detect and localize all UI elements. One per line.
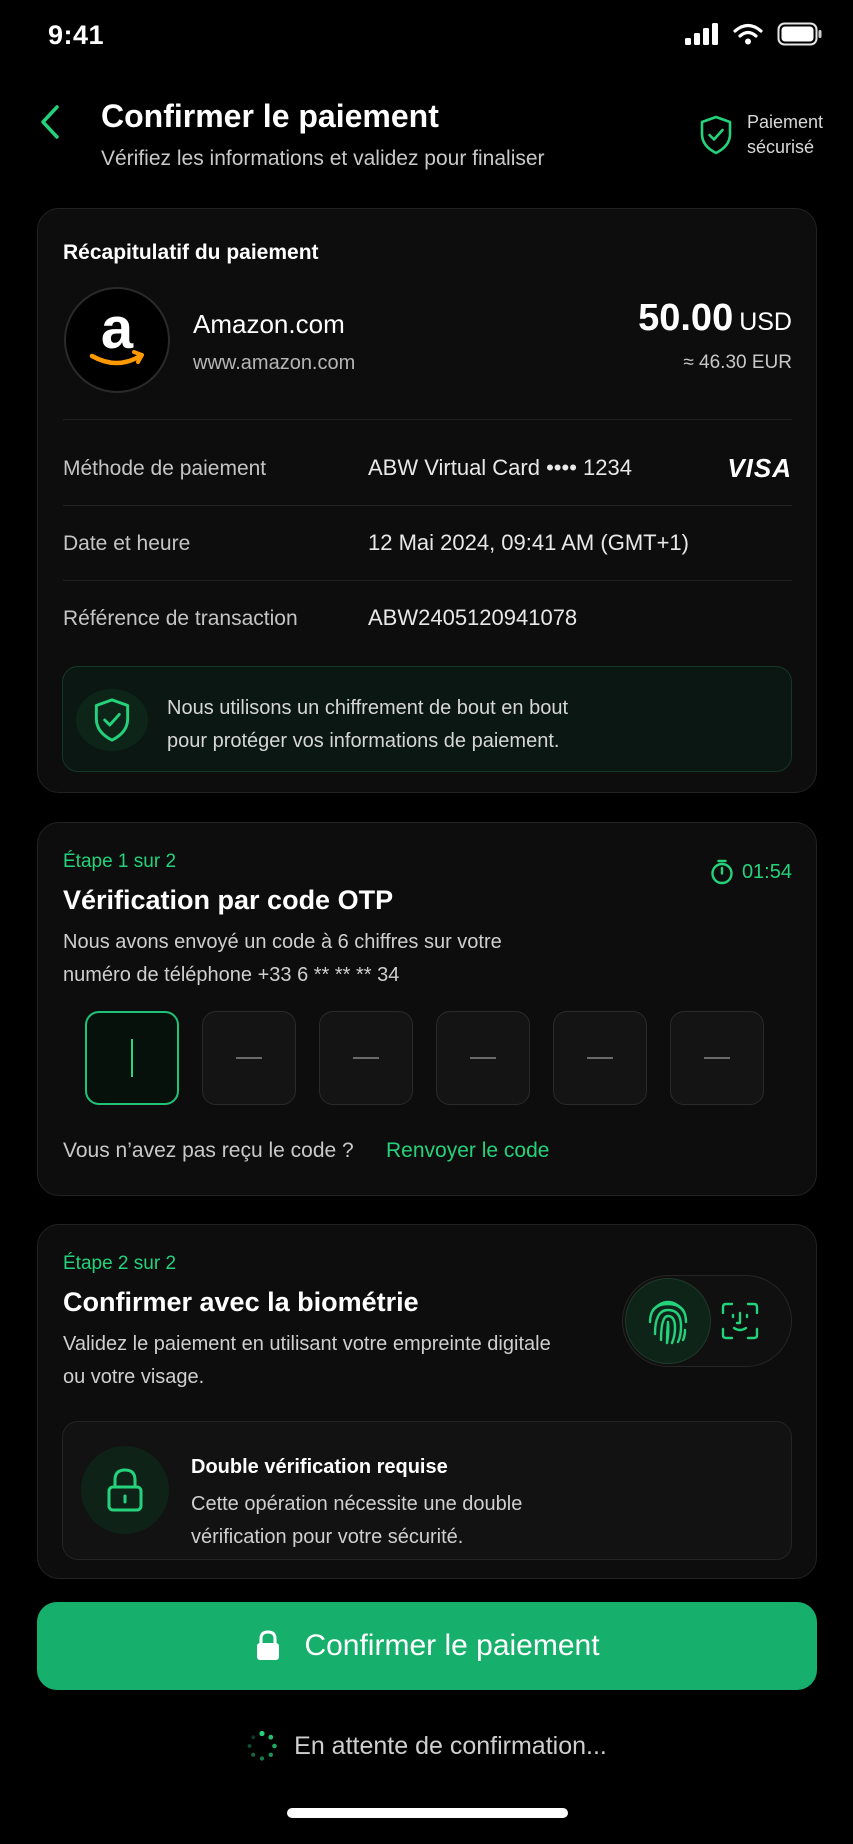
encryption-text: Nous utilisons un chiffrement de bout en… [167, 697, 568, 752]
amount-value: 50.00 [638, 297, 734, 339]
amount-currency: USD [739, 308, 792, 336]
biometric-card: Étape 2 sur 2 Confirmer avec la biométri… [37, 1224, 817, 1579]
back-button[interactable] [30, 100, 70, 144]
date-time-value: 12 Mai 2024, 09:41 AM (GMT+1) [368, 530, 689, 555]
biometric-title: Confirmer avec la biométrie [63, 1287, 419, 1317]
payment-summary-card: Récapitulatif du paiement a Amazon.com w… [37, 208, 817, 793]
encryption-notice: Nous utilisons un chiffrement de bout en… [62, 666, 792, 772]
double-verification-title: Double vérification requise [191, 1456, 448, 1478]
merchant-logo: a [64, 287, 170, 393]
lock-icon [107, 1468, 143, 1512]
divider [63, 419, 792, 420]
biometric-method-toggle [622, 1275, 792, 1367]
otp-digit-3[interactable] [319, 1011, 413, 1105]
status-icons [685, 22, 823, 46]
face-id-option[interactable] [697, 1278, 783, 1364]
svg-text:a: a [101, 304, 134, 361]
text-caret [131, 1039, 133, 1077]
lock-icon [257, 1630, 280, 1660]
resend-code-link[interactable]: Renvoyer le code [386, 1139, 549, 1163]
stopwatch-icon [711, 859, 733, 885]
digit-placeholder [587, 1057, 613, 1059]
amazon-logo-icon: a [89, 304, 144, 366]
merchant-name: Amazon.com [193, 309, 345, 339]
wifi-icon [733, 23, 763, 45]
face-scan-icon [721, 1302, 759, 1340]
digit-placeholder [353, 1057, 379, 1059]
transaction-ref-value: ABW2405120941078 [368, 605, 578, 630]
otp-digit-6[interactable] [670, 1011, 764, 1105]
otp-digit-4[interactable] [436, 1011, 530, 1105]
visa-logo: VISA [727, 453, 792, 483]
loading-spinner-icon [247, 1730, 277, 1761]
secure-payment-label: Paiement sécurisé [746, 112, 823, 157]
payment-method-label: Méthode de paiement [63, 457, 267, 480]
cellular-signal-icon [685, 23, 718, 45]
merchant-url: www.amazon.com [193, 352, 356, 374]
otp-description: Nous avons envoyé un code à 6 chiffres s… [63, 931, 502, 986]
payment-amount: 50.00 USD [638, 297, 792, 340]
double-verification-notice: Double vérification requise Cette opérat… [62, 1421, 792, 1560]
transaction-ref-label: Référence de transaction [63, 607, 298, 630]
page-title: Confirmer le paiement [101, 98, 439, 134]
biometric-description: Validez le paiement en utilisant votre e… [63, 1333, 551, 1388]
resend-question: Vous n’avez pas reçu le code ? [63, 1139, 354, 1162]
shield-check-icon [94, 698, 130, 742]
home-indicator[interactable] [287, 1808, 568, 1818]
date-time-label: Date et heure [63, 532, 191, 555]
otp-step-label: Étape 1 sur 2 [63, 851, 177, 872]
divider [63, 580, 792, 581]
chevron-left-icon [41, 105, 59, 139]
shield-check-icon [700, 115, 732, 155]
otp-title: Vérification par code OTP [63, 885, 394, 915]
lock-icon-wrap [81, 1446, 169, 1534]
waiting-status: En attente de confirmation... [0, 1730, 853, 1762]
otp-timer: 01:54 [710, 859, 792, 885]
digit-placeholder [704, 1057, 730, 1059]
otp-digit-5[interactable] [553, 1011, 647, 1105]
amount-converted: ≈ 46.30 EUR [683, 352, 792, 373]
digit-placeholder [470, 1057, 496, 1059]
confirm-button-label: Confirmer le paiement [304, 1629, 600, 1662]
otp-digit-2[interactable] [202, 1011, 296, 1105]
page-subtitle: Vérifiez les informations et validez pou… [101, 147, 545, 170]
digit-placeholder [236, 1057, 262, 1059]
confirm-payment-button[interactable]: Confirmer le paiement [37, 1602, 817, 1690]
status-time: 9:41 [48, 20, 105, 50]
double-verification-desc: Cette opération nécessite une double vér… [191, 1493, 523, 1548]
waiting-text: En attente de confirmation... [294, 1731, 607, 1760]
battery-icon [777, 22, 822, 46]
biometric-step-label: Étape 2 sur 2 [63, 1253, 177, 1274]
fingerprint-icon [648, 1300, 688, 1345]
otp-digit-1[interactable] [85, 1011, 179, 1105]
secure-payment-badge: Paiement sécurisé [699, 110, 823, 160]
summary-title: Récapitulatif du paiement [63, 241, 319, 264]
payment-method-value: ABW Virtual Card •••• 1234 [368, 455, 632, 480]
timer-value: 01:54 [741, 860, 792, 883]
encryption-icon-wrap [76, 689, 148, 751]
otp-card: Étape 1 sur 2 Vérification par code OTP … [37, 822, 817, 1196]
divider [63, 505, 792, 506]
